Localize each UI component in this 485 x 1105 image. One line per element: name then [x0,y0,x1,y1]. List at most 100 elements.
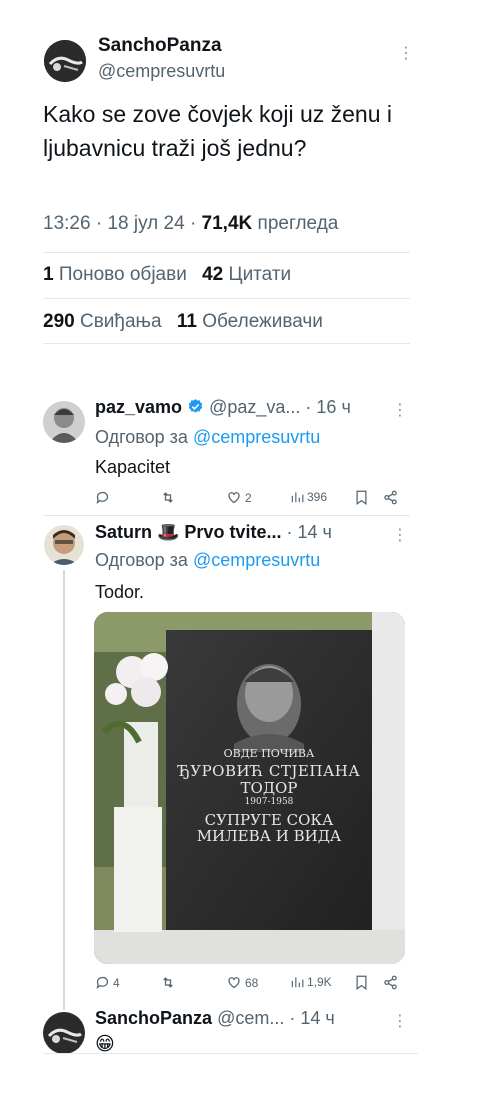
reply-avatar-image [43,1012,85,1054]
reply-time[interactable]: 14 ч [300,1008,334,1028]
likes-count: 290 [43,311,75,332]
like-count: 2 [245,490,252,505]
reposts-count: 1 [43,264,54,285]
divider [43,343,410,344]
meta-separator: · [189,213,202,234]
tombstone-inscription: ОВДЕ ПОЧИВА ЂУРОВИЋ СТЈЕПАНА ТОДОР 1907-… [166,747,372,846]
thread-line [63,570,65,1010]
reply-to-line: Одговор за @cempresuvrtu [95,550,320,571]
reply-header: paz_vamo @paz_va... · 16 ч [95,397,351,418]
inscription-line: ТОДОР [240,778,298,797]
repost-icon [163,492,173,503]
reply-author-name[interactable]: Saturn 🎩 Prvo tvite... [95,522,281,542]
meta-separator: · [305,397,317,417]
like-bookmark-stats: 290 Свиђања 11 Обележивачи [43,311,323,333]
reply-prefix: Одговор за [95,550,188,570]
divider [43,1053,418,1054]
reply-to-line: Одговор за @cempresuvrtu [95,427,320,448]
reposts-label: Поново објави [58,264,187,285]
views-label: прегледа [257,213,339,234]
reply-time[interactable]: 16 ч [316,397,350,417]
heart-icon [228,492,240,504]
inscription-line: ОВДЕ ПОЧИВА [223,747,315,760]
bookmark-icon [356,490,367,505]
reply-header: Saturn 🎩 Prvo tvite... · 14 ч [95,522,332,543]
share-action[interactable] [383,975,398,990]
divider [43,298,410,299]
quotes-stat[interactable]: 42 Цитати [202,264,291,285]
reply-time[interactable]: 14 ч [297,522,331,542]
more-options-icon[interactable]: ⋮ [392,403,408,419]
reply-author-name[interactable]: SanchoPanza [95,1008,212,1028]
more-options-icon[interactable]: ⋮ [392,528,408,544]
views-action[interactable]: 396 [290,490,327,504]
reply-author-name[interactable]: paz_vamo [95,397,182,417]
views-icon [291,977,304,988]
likes-label: Свиђања [79,311,162,332]
author-avatar-image [44,40,86,82]
reply-author-handle[interactable]: @paz_va... [209,397,300,417]
divider [43,515,410,516]
attached-photo[interactable]: ОВДЕ ПОЧИВА ЂУРОВИЋ СТЈЕПАНА ТОДОР 1907-… [94,612,405,964]
bookmark-action[interactable] [355,490,368,505]
divider [43,252,410,253]
like-action[interactable]: 2 [226,490,252,505]
reply-header: SanchoPanza @cem... · 14 ч [95,1008,335,1029]
author-handle[interactable]: @cempresuvrtu [98,61,225,82]
like-count: 68 [245,975,259,990]
tweet-time[interactable]: 13:26 [43,213,91,234]
reply-avatar[interactable] [44,525,84,565]
meta-separator: · [286,522,298,542]
tweet-meta: 13:26 · 18 јул 24 · 71,4K прегледа [43,213,338,235]
author-avatar[interactable] [44,40,86,82]
likes-stat[interactable]: 290 Свиђања [43,311,167,332]
reply-avatar-image [44,525,84,565]
quotes-label: Цитати [228,264,292,285]
bookmark-action[interactable] [355,975,368,990]
views-action[interactable]: 1,9K [290,975,332,989]
repost-action[interactable] [160,490,179,505]
bookmarks-count: 11 [176,311,197,332]
views-count: 71,4K [201,213,253,234]
more-options-icon[interactable]: ⋮ [398,46,414,62]
reply-action[interactable] [95,490,113,505]
repost-quote-stats: 1 Поново објави 42 Цитати [43,264,291,286]
inscription-line: 1907-1958 [244,797,294,808]
meta-separator: · [289,1008,301,1028]
like-action[interactable]: 68 [226,975,258,990]
quotes-count: 42 [202,264,224,285]
reply-avatar[interactable] [43,401,85,443]
reply-prefix: Одговор за [95,427,188,447]
reply-to-handle[interactable]: @cempresuvrtu [193,427,320,447]
reply-avatar-image [43,401,85,443]
views-icon [291,492,304,503]
tweet-date[interactable]: 18 јул 24 [107,213,184,234]
repost-action[interactable] [160,975,179,990]
reply-action[interactable]: 4 [95,975,120,990]
verified-badge-icon [188,399,203,413]
reply-icon [96,491,109,504]
views-count: 396 [307,490,328,504]
reply-author-handle[interactable]: @cem... [217,1008,284,1028]
author-name[interactable]: SanchoPanza [98,35,222,57]
bookmarks-stat[interactable]: 11 Обележивачи [177,311,323,332]
views-count: 1,9K [307,975,332,989]
heart-icon [228,977,240,989]
bookmarks-label: Обележивачи [202,311,323,332]
meta-separator: · [95,213,108,234]
more-options-icon[interactable]: ⋮ [392,1014,408,1030]
reply-icon [96,976,109,989]
inscription-line: СУПРУГЕ СОКА [204,810,334,829]
reply-text: Todor. [95,582,145,602]
share-icon [384,490,397,505]
share-action[interactable] [383,490,398,505]
inscription-line: ЂУРОВИЋ СТЈЕПАНА [177,762,361,781]
bookmark-icon [356,975,367,990]
inscription-line: МИЛЕВА И ВИДА [196,827,342,846]
repost-icon [163,977,173,988]
reply-to-handle[interactable]: @cempresuvrtu [193,550,320,570]
reply-avatar[interactable] [43,1012,85,1054]
share-icon [384,975,397,990]
reposts-stat[interactable]: 1 Поново објави [43,264,192,285]
reply-text: Kapacitet [95,457,171,477]
